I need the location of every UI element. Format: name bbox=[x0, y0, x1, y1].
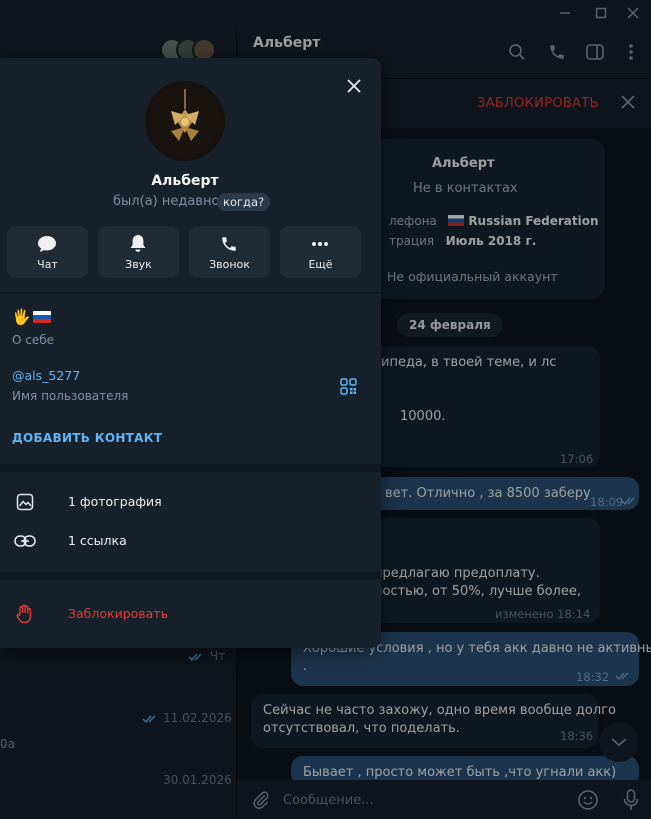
close-icon bbox=[347, 79, 361, 93]
bio-label: О себе bbox=[12, 333, 55, 347]
block-user-row[interactable]: Заблокировать bbox=[0, 596, 381, 632]
profile-name: Альберт bbox=[151, 173, 219, 189]
bio-emoji: 🖐 bbox=[12, 308, 31, 326]
media-links-row[interactable]: 1 ссылка bbox=[0, 523, 381, 559]
last-seen-when-button[interactable]: когда? bbox=[217, 193, 271, 211]
profile-avatar[interactable] bbox=[145, 81, 225, 161]
media-photos-row[interactable]: 1 фотография bbox=[0, 484, 381, 520]
profile-username[interactable]: @als_5277 bbox=[12, 368, 80, 383]
user-profile-panel: Альберт был(а) недавно когда? Чат Звук З… bbox=[0, 58, 381, 648]
chat-bubble-icon bbox=[35, 234, 59, 254]
links-count-label: 1 ссылка bbox=[68, 533, 127, 548]
divider bbox=[0, 572, 381, 580]
photo-icon bbox=[14, 491, 36, 513]
hand-stop-icon bbox=[14, 603, 36, 625]
chat-button[interactable]: Чат bbox=[7, 226, 88, 278]
photos-count-label: 1 фотография bbox=[68, 494, 162, 509]
username-label: Имя пользователя bbox=[12, 389, 129, 403]
link-icon bbox=[14, 530, 36, 552]
sound-button-label: Звук bbox=[125, 258, 152, 271]
close-profile-button[interactable] bbox=[342, 74, 366, 98]
call-button-label: Звонок bbox=[209, 258, 250, 271]
divider bbox=[0, 292, 381, 294]
profile-actions: Чат Звук Звонок Ещё bbox=[7, 226, 361, 278]
add-contact-button[interactable]: ДОБАВИТЬ КОНТАКТ bbox=[12, 431, 162, 445]
profile-bio: 🖐 bbox=[12, 308, 51, 326]
avatar-image bbox=[171, 89, 199, 141]
more-button-label: Ещё bbox=[308, 258, 333, 271]
sound-button[interactable]: Звук bbox=[98, 226, 179, 278]
more-dots-icon bbox=[308, 234, 332, 254]
call-button[interactable]: Звонок bbox=[189, 226, 270, 278]
more-button[interactable]: Ещё bbox=[280, 226, 361, 278]
chat-button-label: Чат bbox=[37, 258, 58, 271]
block-user-label: Заблокировать bbox=[68, 606, 168, 621]
profile-last-seen: был(а) недавно bbox=[113, 194, 220, 209]
russia-flag-icon bbox=[32, 311, 51, 323]
qr-code-button[interactable] bbox=[340, 378, 357, 395]
bell-icon bbox=[126, 234, 150, 254]
divider bbox=[0, 464, 381, 472]
qr-code-icon bbox=[340, 378, 357, 395]
phone-icon bbox=[217, 234, 241, 254]
